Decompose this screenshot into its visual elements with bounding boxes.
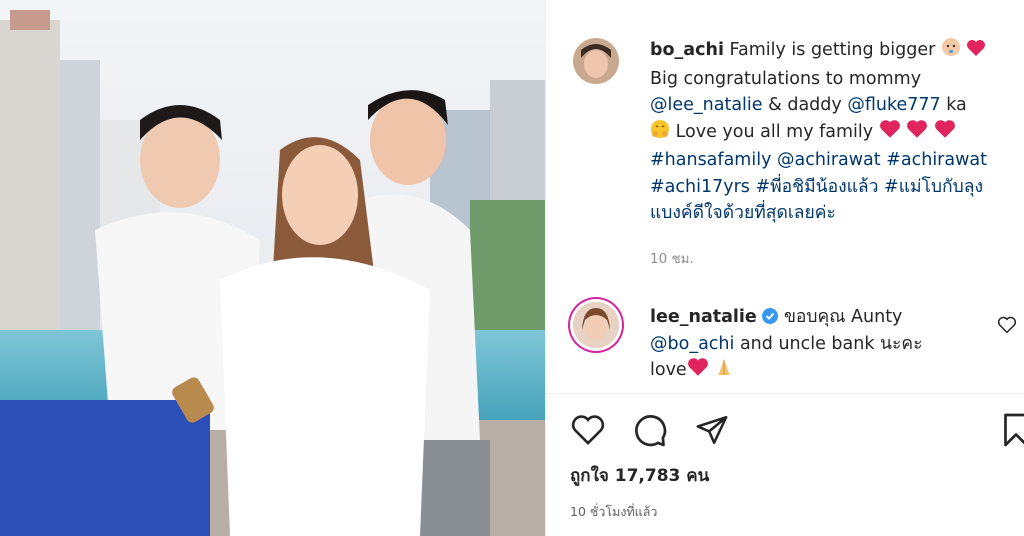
comment-button[interactable]	[630, 410, 670, 450]
post-detail-panel: bo_achi Family is getting bigger Big con…	[545, 0, 1024, 536]
caption-line2: Big congratulations to mommy	[650, 68, 922, 89]
hugging-emoji-icon	[650, 119, 670, 148]
save-button[interactable]	[996, 410, 1024, 450]
caption-author[interactable]: bo_achi	[650, 40, 724, 60]
heart-emoji-icon	[906, 119, 928, 148]
post-actions	[568, 410, 732, 450]
author-avatar[interactable]	[573, 38, 619, 84]
post-photo[interactable]	[0, 0, 545, 536]
likes-count[interactable]: ถูกใจ 17,783 คน	[570, 462, 709, 489]
reply-text1: ขอบคุณ Aunty	[783, 307, 903, 327]
praying-hands-emoji-icon	[714, 357, 734, 386]
reply-text2: and uncle bank นะคะ	[739, 333, 923, 354]
mention-fluke777[interactable]: @fluke777	[847, 95, 940, 115]
hashtag-hansafamily[interactable]: #hansafamily	[650, 150, 771, 170]
like-comment-button[interactable]	[997, 316, 1017, 338]
reply-comment: lee_natalie ขอบคุณ Aunty @bo_achi and un…	[650, 304, 990, 386]
share-button[interactable]	[692, 410, 732, 450]
hashtag-continuation[interactable]: แบงค์ดีใจด้วยที่สุดเลยค่ะ	[650, 203, 836, 223]
caption-love: Love you all my family	[675, 121, 874, 142]
hashtag-mom-bo-and-uncle[interactable]: #แม่โบกับลุง	[884, 177, 983, 197]
bookmark-icon	[1004, 413, 1024, 447]
caption-line1: Family is getting bigger	[729, 40, 936, 60]
caption-ka: ka	[946, 95, 967, 115]
avatar-image	[573, 38, 619, 84]
post-caption: bo_achi Family is getting bigger Big con…	[650, 37, 1015, 227]
caption-time[interactable]: 10 ชม.	[650, 247, 694, 269]
heart-emoji-icon	[879, 119, 901, 148]
heart-icon	[571, 415, 605, 445]
avatar-image	[573, 302, 619, 348]
reply-author[interactable]: lee_natalie	[650, 307, 757, 327]
post-timestamp[interactable]: 10 ชั่วโมงที่แล้ว	[570, 502, 657, 522]
heart-emoji-icon	[966, 39, 986, 66]
caption-and-daddy: & daddy	[768, 95, 842, 115]
divider	[546, 393, 1024, 394]
heart-emoji-icon	[934, 119, 956, 148]
share-icon	[696, 415, 728, 445]
baby-emoji-icon	[941, 37, 961, 66]
comment-icon	[635, 415, 667, 447]
heart-icon	[997, 316, 1017, 334]
mention-achirawat[interactable]: @achirawat	[777, 150, 881, 170]
mention-lee-natalie[interactable]: @lee_natalie	[650, 95, 763, 115]
mention-bo-achi[interactable]: @bo_achi	[650, 334, 734, 354]
heart-emoji-icon	[687, 357, 709, 386]
like-button[interactable]	[568, 410, 608, 450]
reply-text3: love	[650, 360, 687, 380]
hashtag-achi17yrs[interactable]: #achi17yrs	[650, 177, 750, 197]
verified-badge-icon	[762, 306, 779, 324]
commenter-avatar[interactable]	[573, 302, 619, 348]
photo-illustration	[0, 0, 545, 536]
hashtag-achirawat[interactable]: #achirawat	[886, 150, 987, 170]
hashtag-achi-has-sibling[interactable]: #พี่อชิมีน้องแล้ว	[755, 177, 878, 197]
